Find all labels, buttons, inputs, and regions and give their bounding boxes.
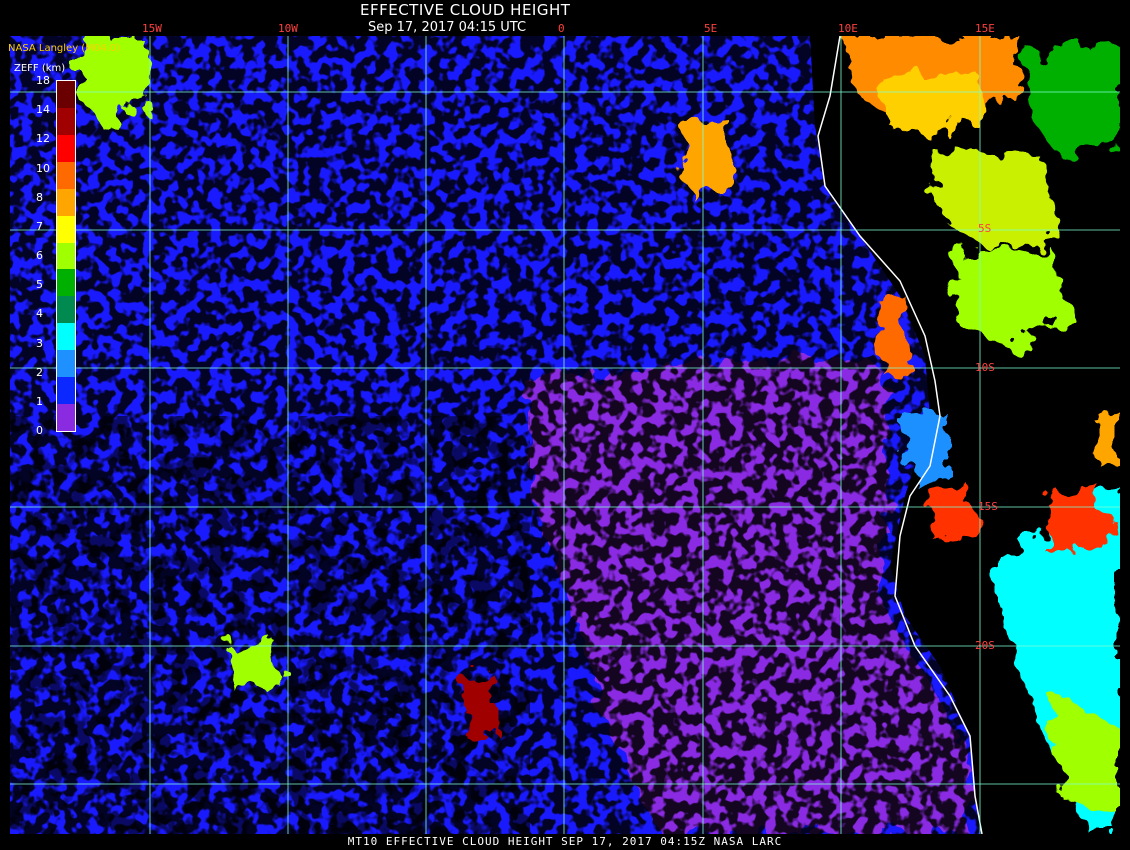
- legend-tick-label: 14: [36, 103, 50, 117]
- legend-swatch: [57, 161, 75, 189]
- legend-tick-label: 12: [36, 132, 50, 146]
- legend-swatch: [57, 296, 75, 324]
- lat-label-20s: 20S: [975, 639, 995, 652]
- legend-tick-label: 3: [36, 336, 43, 350]
- legend-title: ZEFF (km): [14, 63, 66, 74]
- map-timestamp: Sep 17, 2017 04:15 UTC: [368, 20, 527, 35]
- lon-label-5e: 5E: [704, 22, 718, 35]
- legend-tick-label: 4: [36, 307, 43, 321]
- legend-swatch: [57, 215, 75, 243]
- legend-swatch: [57, 269, 75, 297]
- legend-tick-label: 5: [36, 278, 43, 292]
- legend-tick-label: 1: [36, 394, 43, 408]
- legend-tick-label: 2: [36, 365, 43, 379]
- legend-tick-label: 10: [36, 161, 50, 175]
- legend-tick-label: 18: [36, 74, 50, 87]
- lon-label-15e: 15E: [975, 22, 995, 35]
- legend-swatch: [57, 350, 75, 378]
- lat-label-15s: 15S: [978, 500, 998, 513]
- lon-label-15w: 15W: [142, 22, 162, 35]
- map-title: EFFECTIVE CLOUD HEIGHT: [360, 1, 571, 19]
- legend-swatch: [57, 81, 75, 108]
- legend-tick-label: 6: [36, 249, 43, 262]
- lon-label-0: 0: [558, 22, 565, 35]
- agency-label: NASA Langley (M04.0): [8, 43, 120, 54]
- legend-swatch: [57, 188, 75, 216]
- legend-tick-label: 0: [36, 424, 43, 437]
- legend-tick-label: 7: [36, 219, 43, 233]
- legend-swatch: [57, 323, 75, 351]
- lat-label-5s: 5S: [978, 222, 992, 235]
- lon-label-10w: 10W: [278, 22, 298, 35]
- legend-tick-label: 8: [36, 190, 43, 204]
- legend-swatch: [57, 107, 75, 135]
- color-legend: [56, 80, 76, 432]
- legend-swatch: [57, 377, 75, 405]
- footer-caption: MT10 EFFECTIVE CLOUD HEIGHT SEP 17, 2017…: [0, 835, 1130, 850]
- legend-swatch: [57, 242, 75, 270]
- legend-swatch: [57, 404, 75, 431]
- cloud-height-map: [10, 36, 1120, 834]
- lon-label-10e: 10E: [838, 22, 858, 35]
- lat-label-10s: 10S: [975, 361, 995, 374]
- legend-swatch: [57, 134, 75, 162]
